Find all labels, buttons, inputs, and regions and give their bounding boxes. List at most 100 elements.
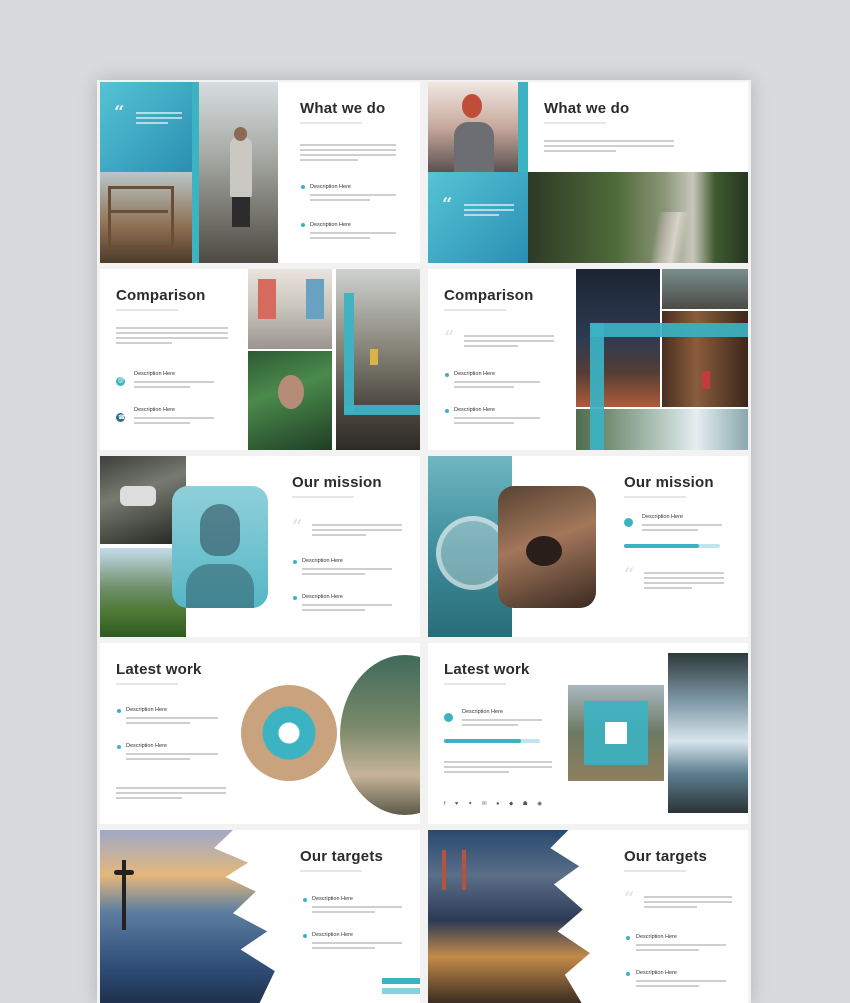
leaf-portrait-photo <box>248 351 332 450</box>
quote-icon: “ <box>442 194 453 215</box>
slide-our-targets-1[interactable]: Our targets Description Here Description… <box>100 830 420 1003</box>
description-heading: Description Here <box>310 184 351 190</box>
town-circle-photo <box>241 685 337 781</box>
description-heading: Description Here <box>302 594 343 600</box>
description-text <box>462 719 542 729</box>
template-preview-sheet: “ What we do Description Here Descriptio… <box>97 80 751 1003</box>
body-text <box>300 144 396 164</box>
description-text <box>454 381 540 391</box>
bullet-dot <box>117 745 121 749</box>
slide-subtitle <box>116 309 178 311</box>
slide-title: Our mission <box>292 474 382 491</box>
description-heading: Description Here <box>302 558 343 564</box>
body-text <box>444 761 552 776</box>
description-text <box>310 232 396 242</box>
teal-strip <box>518 82 528 172</box>
body-text <box>312 524 402 539</box>
bridge-photo <box>336 269 420 450</box>
teal-quote-panel: “ <box>428 172 528 263</box>
slide-subtitle <box>544 122 606 124</box>
description-text <box>302 568 392 578</box>
bullet-dot <box>445 373 449 377</box>
bullet-dot <box>626 936 630 940</box>
bridge-city-photo <box>428 830 590 1003</box>
quote-icon: “ <box>624 564 635 585</box>
description-text <box>126 753 218 763</box>
body-text <box>644 896 732 911</box>
woman-reading-photo <box>498 486 596 608</box>
slide-our-mission-1[interactable]: Our mission “ Description Here Descripti… <box>100 456 420 637</box>
frozen-stream-photo <box>668 653 748 813</box>
bookshelf-photo <box>100 172 192 263</box>
description-heading: Description Here <box>642 514 683 520</box>
description-text <box>134 381 214 391</box>
description-text <box>312 906 402 916</box>
slide-title: Latest work <box>116 661 202 678</box>
bullet-dot <box>301 223 305 227</box>
portrait-photo <box>172 486 268 608</box>
description-heading: Description Here <box>134 407 175 413</box>
city-night-photo <box>576 269 660 407</box>
description-heading: Description Here <box>312 896 353 902</box>
description-text <box>636 980 726 990</box>
bullet-dot <box>626 972 630 976</box>
description-heading: Description Here <box>126 707 167 713</box>
slide-title: Comparison <box>116 287 206 304</box>
woman-photo <box>428 82 518 172</box>
slide-comparison-2[interactable]: Comparison “ Description Here Descriptio… <box>428 269 748 450</box>
body-text <box>464 335 554 350</box>
teal-bar <box>590 323 604 450</box>
description-heading: Description Here <box>454 371 495 377</box>
description-heading: Description Here <box>454 407 495 413</box>
phone-icon: ☎ <box>116 413 126 422</box>
body-text <box>644 572 724 592</box>
description-text <box>312 942 402 952</box>
slide-subtitle <box>116 683 178 685</box>
bullet-dot <box>303 898 307 902</box>
teal-bar <box>382 978 420 984</box>
bullet-dot <box>301 185 305 189</box>
social-icons[interactable]: f ♥ ✦ ✉ ● ◆ ☗ ◉ <box>444 801 546 807</box>
slide-our-mission-2[interactable]: Our mission Description Here “ <box>428 456 748 637</box>
slide-subtitle <box>624 870 686 872</box>
slide-latest-work-1[interactable]: Latest work Description Here Description… <box>100 643 420 824</box>
slide-what-we-do-1[interactable]: “ What we do Description Here Descriptio… <box>100 82 420 263</box>
email-icon: @ <box>116 377 125 386</box>
forest-road-photo <box>528 172 748 263</box>
description-text <box>126 717 218 727</box>
bullet-dot <box>293 560 297 564</box>
body-text <box>116 787 226 802</box>
slide-title: Our targets <box>300 848 384 865</box>
description-heading: Description Here <box>126 743 167 749</box>
teal-bar <box>590 323 748 337</box>
description-heading: Description Here <box>636 934 677 940</box>
slide-subtitle <box>444 683 506 685</box>
slide-title: Latest work <box>444 661 530 678</box>
slide-comparison-1[interactable]: Comparison @ Description Here ☎ Descript… <box>100 269 420 450</box>
body-text <box>116 327 228 347</box>
body-text <box>544 140 674 155</box>
slide-title: Our mission <box>624 474 714 491</box>
description-text <box>636 944 726 954</box>
description-heading: Description Here <box>312 932 353 938</box>
description-heading: Description Here <box>462 709 503 715</box>
description-text <box>310 194 396 204</box>
bullet-dot <box>303 934 307 938</box>
bullet-dot <box>445 409 449 413</box>
slide-title: Our targets <box>624 848 708 865</box>
supermarket-photo <box>248 269 332 349</box>
description-heading: Description Here <box>134 371 175 377</box>
slide-subtitle <box>444 309 506 311</box>
email-icon <box>444 713 453 722</box>
slide-title: What we do <box>300 100 386 117</box>
slide-our-targets-2[interactable]: Our targets “ Description Here Descripti… <box>428 830 748 1003</box>
slide-subtitle <box>624 496 686 498</box>
slide-subtitle <box>292 496 354 498</box>
bullet-dot <box>117 709 121 713</box>
couple-photo <box>662 269 748 309</box>
slide-title: What we do <box>544 100 630 117</box>
hiker-photo <box>192 82 278 263</box>
slide-what-we-do-2[interactable]: “ What we do <box>428 82 748 263</box>
slide-latest-work-2[interactable]: Latest work Description Here f ♥ ✦ ✉ ● ◆… <box>428 643 748 824</box>
path-photo <box>568 685 664 781</box>
